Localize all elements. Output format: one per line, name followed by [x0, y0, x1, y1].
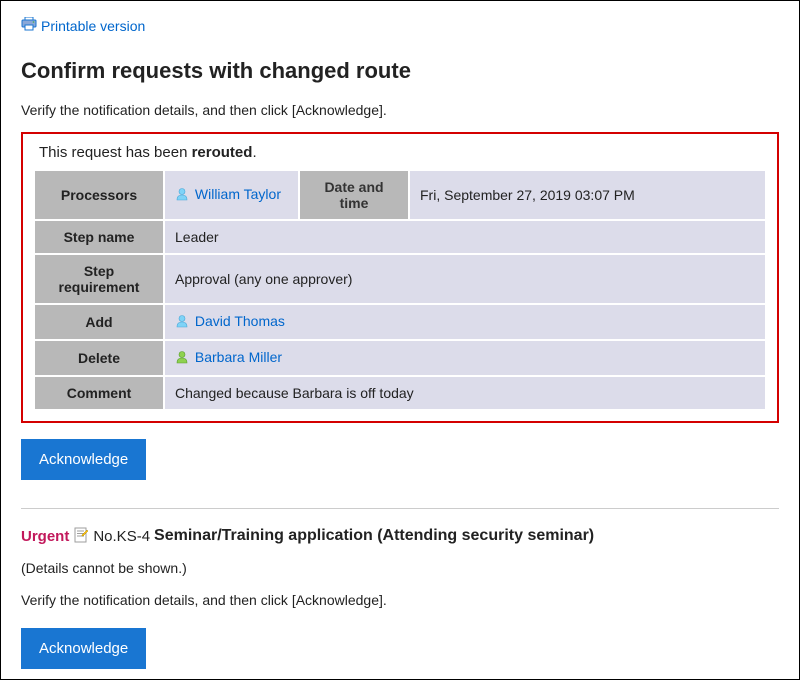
reroute-message: This request has been rerouted.: [33, 144, 767, 161]
reroute-details-box: This request has been rerouted. Processo…: [21, 132, 779, 423]
processors-value: William Taylor: [164, 170, 299, 220]
person-icon: [175, 314, 189, 331]
instruction-text: Verify the notification details, and the…: [21, 102, 779, 118]
document-icon: [73, 527, 89, 546]
acknowledge-button[interactable]: Acknowledge: [21, 439, 146, 480]
section-divider: [21, 508, 779, 509]
person-icon: [175, 187, 189, 204]
delete-user-link[interactable]: Barbara Miller: [195, 349, 282, 365]
printable-version-link[interactable]: Printable version: [21, 17, 145, 34]
add-user-link[interactable]: David Thomas: [195, 313, 285, 329]
page-title: Confirm requests with changed route: [21, 58, 779, 84]
datetime-value: Fri, September 27, 2019 03:07 PM: [409, 170, 766, 220]
details-hidden-text: (Details cannot be shown.): [21, 560, 779, 576]
add-value: David Thomas: [164, 304, 766, 340]
delete-value: Barbara Miller: [164, 340, 766, 376]
second-request-header: Urgent No.KS-4 Seminar/Training applicat…: [21, 527, 779, 546]
person-icon: [175, 350, 189, 367]
document-title: Seminar/Training application (Attending …: [154, 527, 594, 545]
reroute-details-table: Processors William Taylor Date and time …: [33, 169, 767, 411]
comment-value: Changed because Barbara is off today: [164, 376, 766, 410]
datetime-label: Date and time: [299, 170, 409, 220]
steprequirement-value: Approval (any one approver): [164, 254, 766, 304]
stepname-label: Step name: [34, 220, 164, 254]
add-label: Add: [34, 304, 164, 340]
urgent-label: Urgent: [21, 528, 69, 545]
instruction-text-2: Verify the notification details, and the…: [21, 592, 779, 608]
delete-label: Delete: [34, 340, 164, 376]
processors-label: Processors: [34, 170, 164, 220]
processor-user-link[interactable]: William Taylor: [195, 186, 281, 202]
acknowledge-button-2[interactable]: Acknowledge: [21, 628, 146, 669]
printable-version-label: Printable version: [41, 18, 145, 34]
printer-icon: [21, 17, 37, 34]
document-number: No.KS-4: [93, 528, 150, 545]
comment-label: Comment: [34, 376, 164, 410]
stepname-value: Leader: [164, 220, 766, 254]
steprequirement-label: Step requirement: [34, 254, 164, 304]
